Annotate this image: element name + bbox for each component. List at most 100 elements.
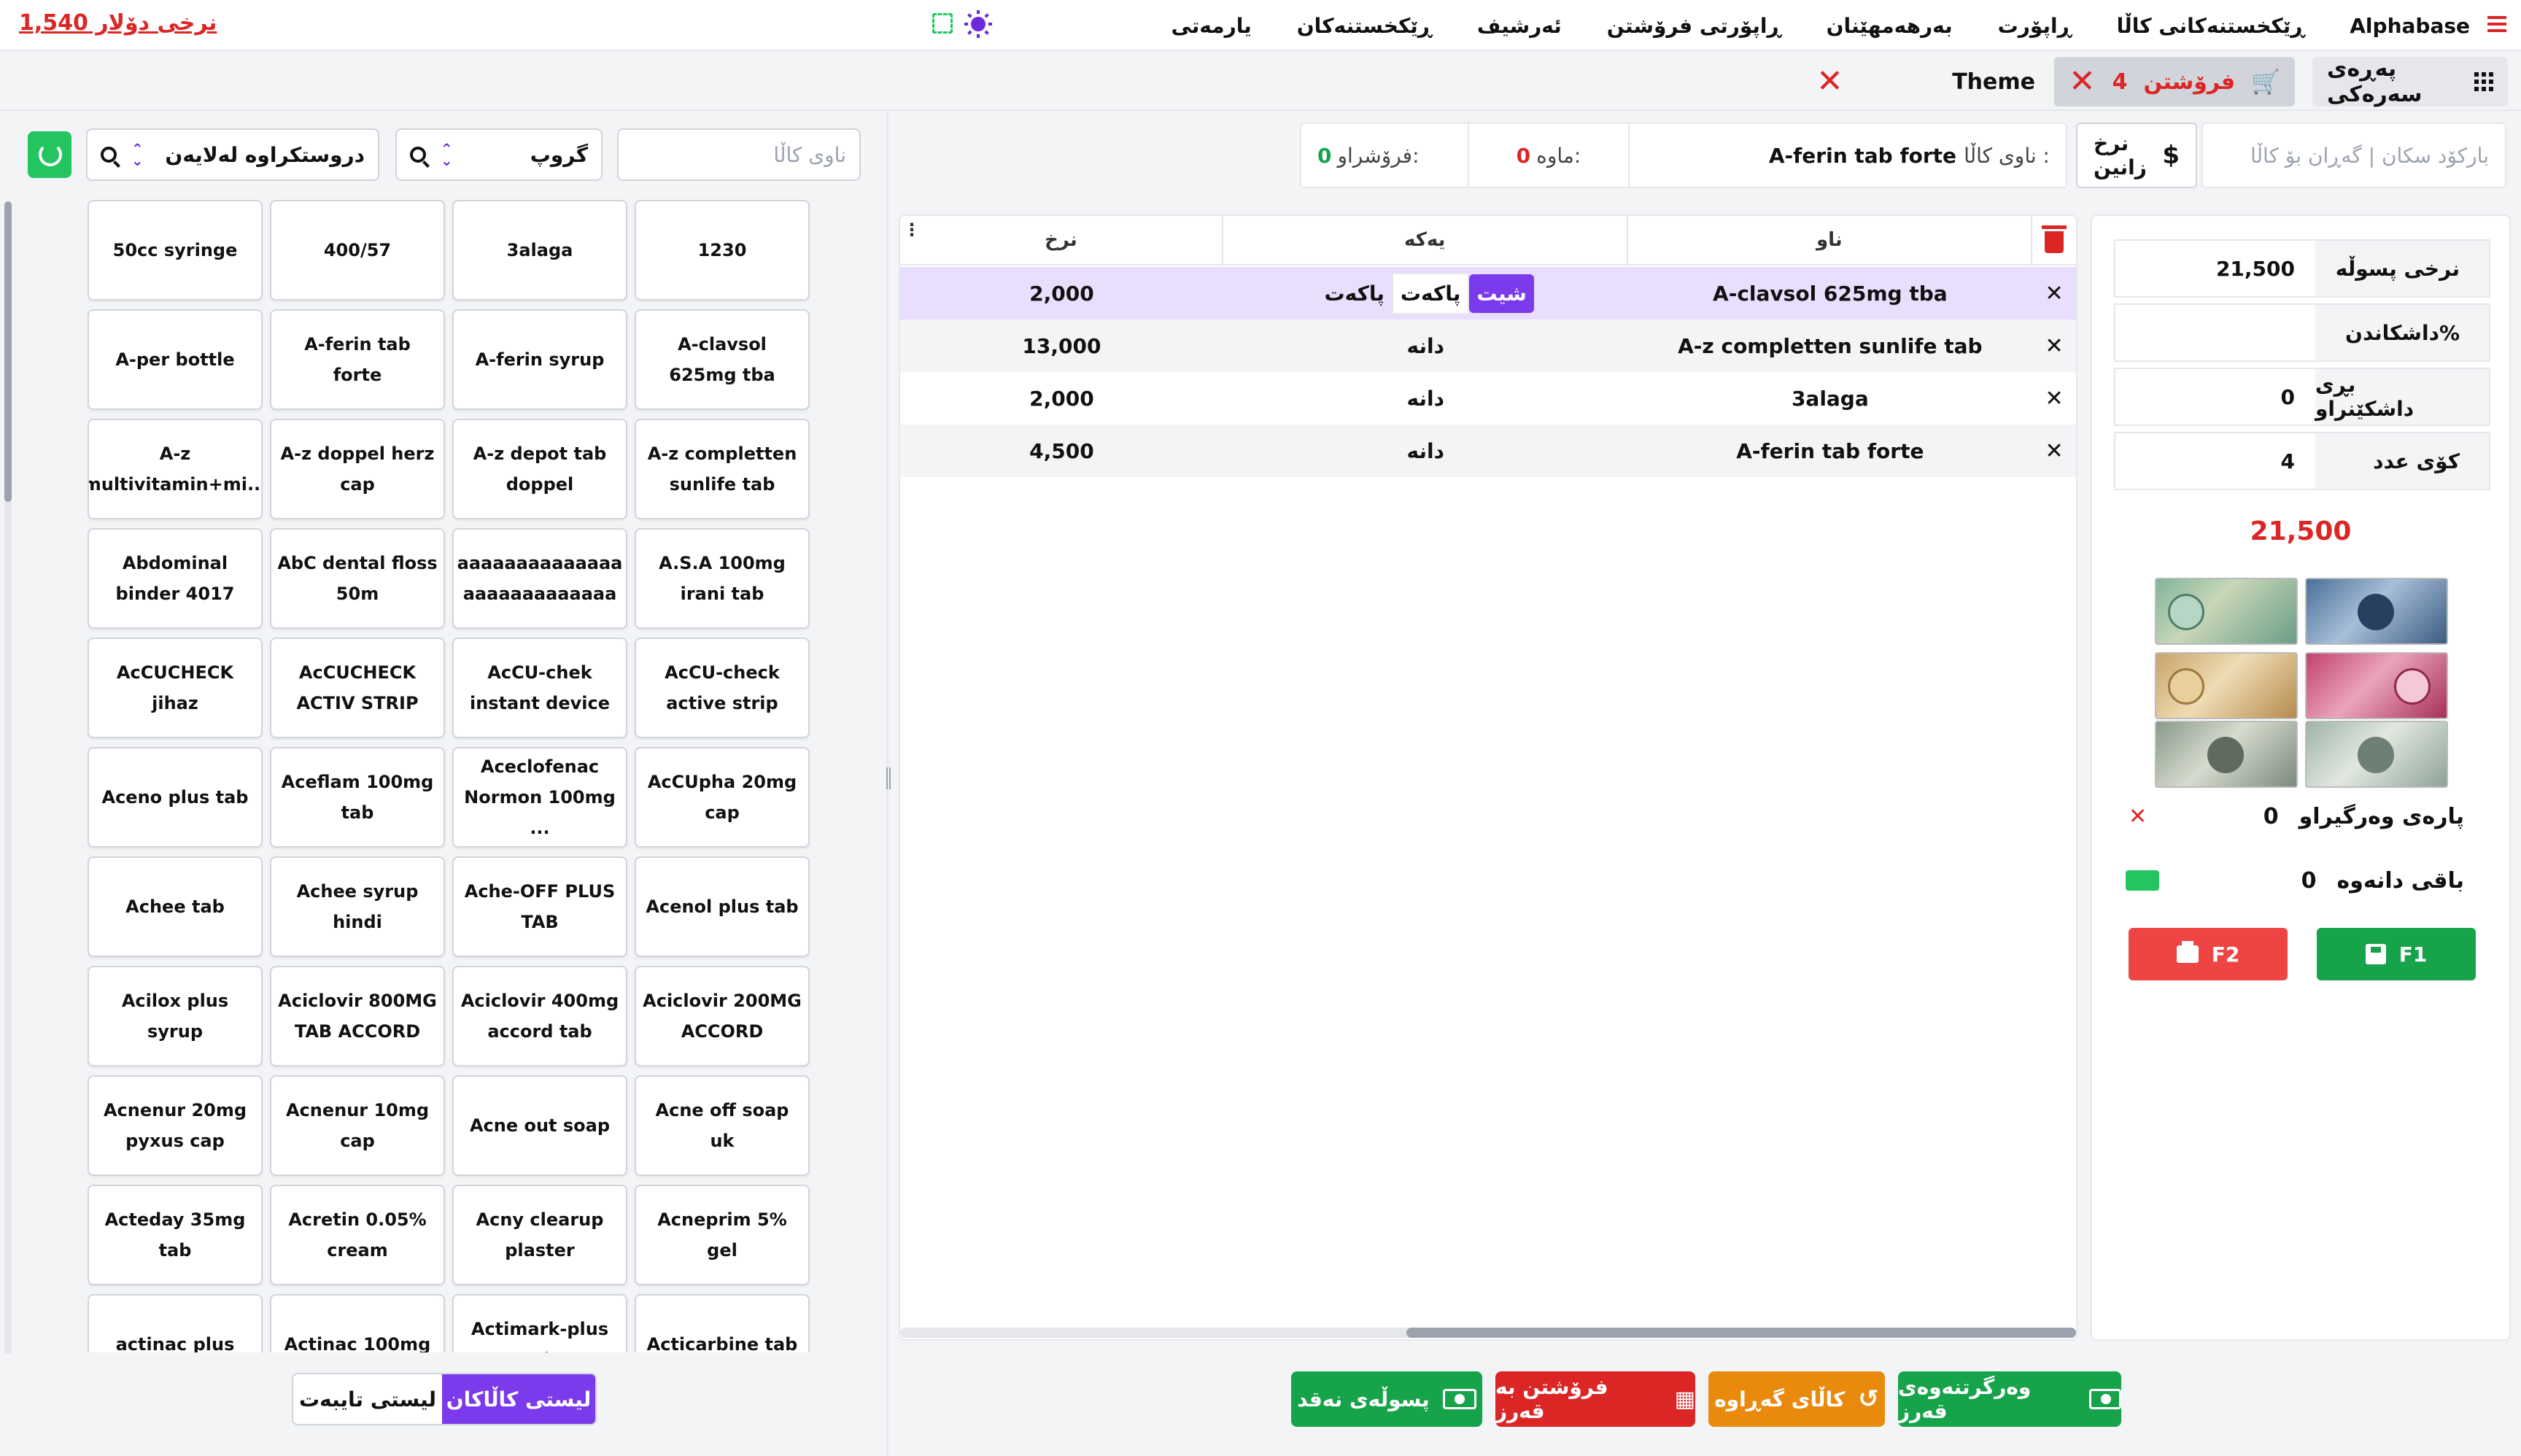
product-tile[interactable]: Acenol plus tab <box>635 856 810 957</box>
product-tile[interactable]: Acretin 0.05% cream <box>270 1185 445 1285</box>
special-list-button[interactable]: لیستی تایبەت <box>293 1374 442 1424</box>
items-list-button[interactable]: لیستی کاڵاکان <box>442 1374 595 1424</box>
product-tile[interactable]: A-ferin tab forte <box>270 309 445 410</box>
product-tile[interactable]: Acnenur 20mg pyxus cap <box>88 1075 263 1176</box>
product-tile[interactable]: AbC dental floss 50m <box>270 528 445 629</box>
product-tile[interactable]: 50cc syringe <box>88 200 263 301</box>
barcode-search-input[interactable]: بارکۆد سکان | گەڕان بۆ کاڵا <box>2201 123 2506 188</box>
product-tile[interactable]: A-clavsol 625mg tba <box>635 309 810 410</box>
group-filter[interactable]: ⌃ ⌄ گروپ <box>395 128 603 181</box>
remove-row-button[interactable]: ✕ <box>2032 372 2076 425</box>
product-tile[interactable]: actinac plus <box>88 1294 263 1352</box>
nav-item-settings[interactable]: ڕێکخستنەکانی کاڵا <box>2117 14 2305 38</box>
tab-home[interactable]: پەڕەی سەرەکی <box>2312 56 2508 107</box>
product-tile[interactable]: A-z multivitamin+mi... <box>88 419 263 519</box>
product-tile[interactable]: 400/57 <box>270 200 445 301</box>
unit-option-active[interactable]: شیت <box>1469 274 1534 313</box>
product-tile[interactable]: AcCU-check active strip <box>635 638 810 738</box>
clear-icon[interactable]: ✕ <box>2129 804 2147 829</box>
credit-sale-button[interactable]: فرۆشتن بە قەرز ▦ <box>1495 1371 1695 1427</box>
product-tile[interactable]: Acneprim 5% gel <box>635 1185 810 1285</box>
unit-option[interactable]: پاکەت <box>1391 272 1470 314</box>
banknote-100-usd[interactable] <box>2305 721 2448 788</box>
nav-production[interactable]: بەرهەمهێنان <box>1827 14 1953 38</box>
save-f1-button[interactable]: F1 <box>2317 928 2476 980</box>
product-scrollbar[interactable] <box>4 201 12 502</box>
company-filter[interactable]: ⌃ ⌄ دروستکراوە لەلایەن <box>86 128 379 181</box>
banknote-50-usd[interactable] <box>2155 721 2298 788</box>
cash-receipt-button[interactable]: پسوڵەی نەقد <box>1291 1371 1482 1427</box>
product-tile[interactable]: Ache-OFF PLUS TAB <box>452 856 627 957</box>
product-tile[interactable]: AcCUCHECK jihaz <box>88 638 263 738</box>
clear-cart-button[interactable] <box>2032 216 2076 264</box>
product-tile[interactable]: A-per bottle <box>88 309 263 410</box>
product-tile[interactable]: Abdominal binder 4017 <box>88 528 263 629</box>
product-tile[interactable]: Acteday 35mg tab <box>88 1185 263 1285</box>
remove-row-button[interactable]: ✕ <box>2032 267 2076 320</box>
product-tile[interactable]: Aceno plus tab <box>88 747 263 848</box>
sun-icon[interactable] <box>964 10 992 38</box>
banknote-500-iqd[interactable] <box>2305 578 2448 645</box>
unit-option[interactable]: پاکەت <box>1317 274 1391 313</box>
product-tile[interactable]: aaaaaaaaaaaaaa aaaaaaaaaaaaa <box>452 528 627 629</box>
refresh-button[interactable] <box>28 131 71 178</box>
product-tile[interactable]: Acticarbine tab <box>635 1294 810 1352</box>
table-row[interactable]: 2,000 دانە 3alaga ✕ <box>900 372 2076 425</box>
product-tile[interactable]: Acny clearup plaster <box>452 1185 627 1285</box>
product-tile[interactable]: 1230 <box>635 200 810 301</box>
product-tile[interactable]: 3alaga <box>452 200 627 301</box>
banknote-25000-iqd[interactable] <box>2305 652 2448 719</box>
product-tile[interactable]: A.S.A 100mg irani tab <box>635 528 810 629</box>
discount-percent-input[interactable] <box>2115 305 2315 360</box>
returned-items-button[interactable]: کاڵای گەڕاوە ↺ <box>1708 1371 1885 1427</box>
product-tile[interactable]: A-z completten sunlife tab <box>635 419 810 519</box>
product-tile[interactable]: AcCUCHECK ACTIV STRIP <box>270 638 445 738</box>
table-row[interactable]: 13,000 دانە A-z completten sunlife tab ✕ <box>900 320 2076 372</box>
product-tile[interactable]: AcCU-chek instant device <box>452 638 627 738</box>
close-icon[interactable]: ✕ <box>2069 66 2096 98</box>
product-tile[interactable]: Acne off soap uk <box>635 1075 810 1176</box>
remove-row-button[interactable]: ✕ <box>2032 425 2076 477</box>
product-tile[interactable]: Achee syrup hindi <box>270 856 445 957</box>
nav-help[interactable]: یارمەتی <box>1171 14 1251 38</box>
banknote-1000-iqd[interactable] <box>2155 652 2298 719</box>
product-tile[interactable]: Aciclovir 200MG ACCORD <box>635 966 810 1066</box>
price-check-button[interactable]: نرخ زانین $ <box>2076 123 2197 188</box>
tab-theme[interactable]: ✕ Theme <box>1802 57 2050 107</box>
product-tile[interactable]: Aciclovir 400mg accord tab <box>452 966 627 1066</box>
hamburger-icon[interactable] <box>2487 16 2506 32</box>
discount-amount-value[interactable]: 0 <box>2115 369 2315 425</box>
product-tile[interactable]: A-ferin syrup <box>452 309 627 410</box>
fullscreen-icon[interactable] <box>932 13 953 34</box>
received-value[interactable]: 0 <box>2264 804 2279 829</box>
product-tile[interactable]: AcCUpha 20mg cap <box>635 747 810 848</box>
dollar-rate-link[interactable]: نرخی دۆلار 1,540 <box>19 10 217 36</box>
table-row[interactable]: 4,500 دانە A-ferin tab forte ✕ <box>900 425 2076 477</box>
close-icon[interactable]: ✕ <box>1816 66 1843 98</box>
nav-sales-report[interactable]: ڕاپۆرتی فرۆشتن <box>1607 14 1781 38</box>
product-tile[interactable]: Achee tab <box>88 856 263 957</box>
nav-archive[interactable]: ئەرشیف <box>1477 14 1562 38</box>
panel-splitter-handle[interactable] <box>886 767 891 789</box>
nav-report[interactable]: ڕاپۆرت <box>1998 14 2072 38</box>
banknote-250-iqd[interactable] <box>2155 578 2298 645</box>
print-f2-button[interactable]: F2 <box>2129 928 2288 980</box>
debt-collect-button[interactable]: وەرگرتنەوەی قەرز <box>1898 1371 2121 1427</box>
product-tile[interactable]: Aceclofenac Normon 100mg ... <box>452 747 627 848</box>
kebab-icon[interactable]: ⋮ <box>903 221 921 239</box>
nav-alphabase[interactable]: Alphabase <box>2350 14 2470 38</box>
table-row[interactable]: 2,000 پاکەت پاکەت شیت A-clavsol 625mg tb… <box>900 267 2076 320</box>
product-tile[interactable]: A-z depot tab doppel <box>452 419 627 519</box>
product-tile[interactable]: Aciclovir 800MG TAB ACCORD <box>270 966 445 1066</box>
product-tile[interactable]: Acilox plus syrup <box>88 966 263 1066</box>
nav-settings[interactable]: ڕێکخستنەکان <box>1297 14 1432 38</box>
product-tile[interactable]: Acne out soap <box>452 1075 627 1176</box>
product-tile[interactable]: Actimark-plus tab <box>452 1294 627 1352</box>
cart-scrollbar[interactable] <box>1406 1328 2076 1338</box>
product-tile[interactable]: Acnenur 10mg cap <box>270 1075 445 1176</box>
product-name-search-input[interactable]: ناوی کاڵا <box>617 128 861 181</box>
product-tile[interactable]: Aceflam 100mg tab <box>270 747 445 848</box>
product-tile[interactable]: Actinac 100mg <box>270 1294 445 1352</box>
remove-row-button[interactable]: ✕ <box>2032 320 2076 372</box>
tab-sale[interactable]: ✕ 4 فرۆشتن 🛒 <box>2054 57 2295 107</box>
